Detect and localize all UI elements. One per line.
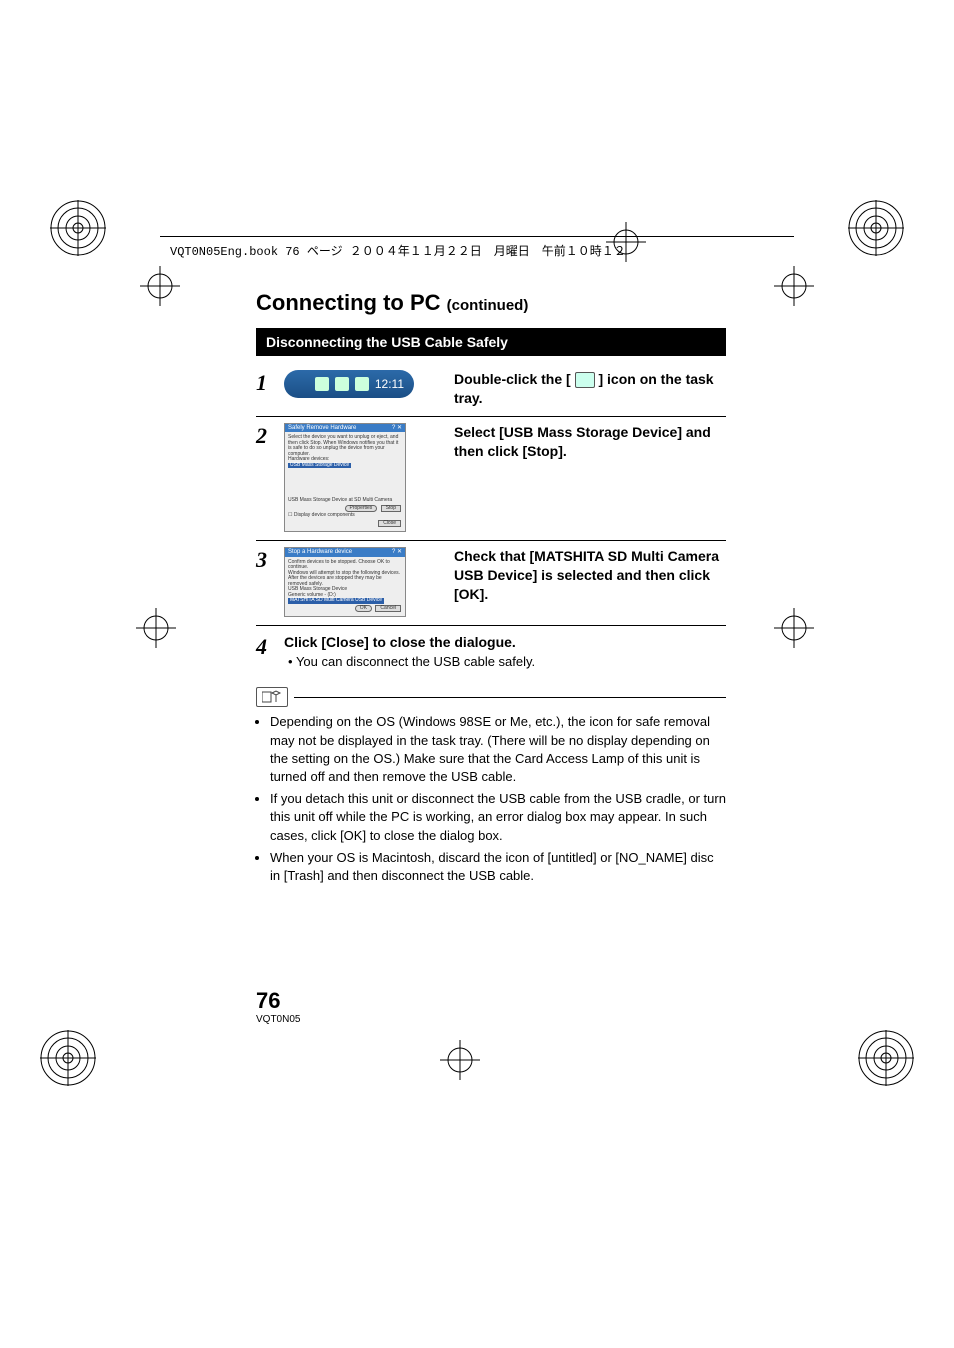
header-rule — [160, 236, 794, 237]
dialog-close-icon: ? ✕ — [392, 549, 402, 556]
page-title: Connecting to PC (continued) — [256, 290, 726, 316]
step-4: 4 Click [Close] to close the dialogue. •… — [256, 626, 726, 673]
note-rule — [294, 697, 726, 698]
note-heading-row — [256, 687, 726, 707]
page-footer: 76 VQT0N05 — [256, 988, 300, 1025]
stop-button: Stop — [381, 505, 401, 513]
volume-icon — [335, 377, 349, 391]
device-description: USB Mass Storage Device at SD Multi Came… — [288, 497, 392, 503]
step-1-text-pre: Double-click the [ — [454, 371, 571, 387]
step-2-text: Select [USB Mass Storage Device] and the… — [454, 423, 726, 461]
crosshair-icon — [774, 266, 814, 306]
step-4-sub-text: You can disconnect the USB cable safely. — [296, 654, 535, 669]
step-3-figure: Stop a Hardware device ? ✕ Confirm device… — [284, 547, 424, 617]
dialog-title: Safely Remove Hardware — [288, 425, 356, 432]
safely-remove-hardware-dialog: Safely Remove Hardware ? ✕ Select the dev… — [284, 423, 406, 533]
step-2-figure: Safely Remove Hardware ? ✕ Select the dev… — [284, 423, 424, 533]
step-3: 3 Stop a Hardware device ? ✕ Confirm devi… — [256, 541, 726, 626]
step-4-heading: Click [Close] to close the dialogue. — [284, 634, 726, 650]
note-icon — [256, 687, 288, 707]
properties-button: Properties — [345, 505, 378, 513]
msn-icon — [315, 377, 329, 391]
step-1: 1 12:11 Double-click the [ ] icon on the… — [256, 364, 726, 417]
page-title-main: Connecting to PC — [256, 290, 441, 315]
dialog-message: Select the device you want to unplug or … — [288, 434, 398, 457]
note-item: Depending on the OS (Windows 98SE or Me,… — [270, 713, 726, 786]
step-2: 2 Safely Remove Hardware ? ✕ Select the d… — [256, 417, 726, 542]
ok-button: OK — [355, 605, 372, 613]
crosshair-icon — [440, 1040, 480, 1080]
step-number: 1 — [256, 370, 284, 396]
page-code: VQT0N05 — [256, 1014, 300, 1025]
safely-remove-hardware-icon — [575, 372, 595, 388]
display-components-label: Display device components — [294, 512, 355, 518]
system-tray: 12:11 — [284, 370, 414, 398]
notes-list: Depending on the OS (Windows 98SE or Me,… — [256, 713, 726, 885]
dialog-title: Stop a Hardware device — [288, 549, 352, 556]
step-1-figure: 12:11 — [284, 370, 424, 398]
page-title-continued: (continued) — [447, 297, 529, 314]
dialog-message: Confirm devices to be stopped. Choose OK… — [288, 559, 390, 571]
registration-mark — [858, 1030, 914, 1086]
tray-clock: 12:11 — [375, 377, 404, 391]
crosshair-icon — [140, 266, 180, 306]
safely-remove-icon — [355, 377, 369, 391]
step-number: 2 — [256, 423, 284, 449]
stop-hardware-device-dialog: Stop a Hardware device ? ✕ Confirm device… — [284, 547, 406, 617]
step-1-text: Double-click the [ ] icon on the task tr… — [454, 370, 726, 408]
crosshair-icon — [136, 608, 176, 648]
note-item: If you detach this unit or disconnect th… — [270, 790, 726, 845]
step-number: 3 — [256, 547, 284, 573]
step-3-text: Check that [MATSHITA SD Multi Camera USB… — [454, 547, 726, 604]
close-button: Close — [378, 520, 401, 528]
dialog-titlebar: Safely Remove Hardware ? ✕ — [285, 424, 405, 433]
selected-device: USB Mass Storage Device — [288, 463, 351, 469]
section-heading: Disconnecting the USB Cable Safely — [256, 328, 726, 356]
dialog-titlebar: Stop a Hardware device ? ✕ — [285, 548, 405, 557]
dialog-message-2: Windows will attempt to stop the followi… — [288, 570, 400, 587]
note-item: When your OS is Macintosh, discard the i… — [270, 849, 726, 885]
crosshair-icon — [774, 608, 814, 648]
header-text: VQT0N05Eng.book 76 ページ ２００４年１１月２２日 月曜日 午… — [170, 242, 626, 259]
step-4-sub: • You can disconnect the USB cable safel… — [288, 654, 726, 669]
page-number: 76 — [256, 988, 300, 1014]
registration-mark — [848, 200, 904, 256]
registration-mark — [50, 200, 106, 256]
dialog-close-icon: ? ✕ — [392, 425, 402, 432]
registration-mark — [40, 1030, 96, 1086]
bullet: • — [288, 654, 293, 669]
cancel-button: Cancel — [375, 605, 401, 613]
step-number: 4 — [256, 634, 284, 660]
page-content: Connecting to PC (continued) Disconnecti… — [256, 290, 726, 889]
